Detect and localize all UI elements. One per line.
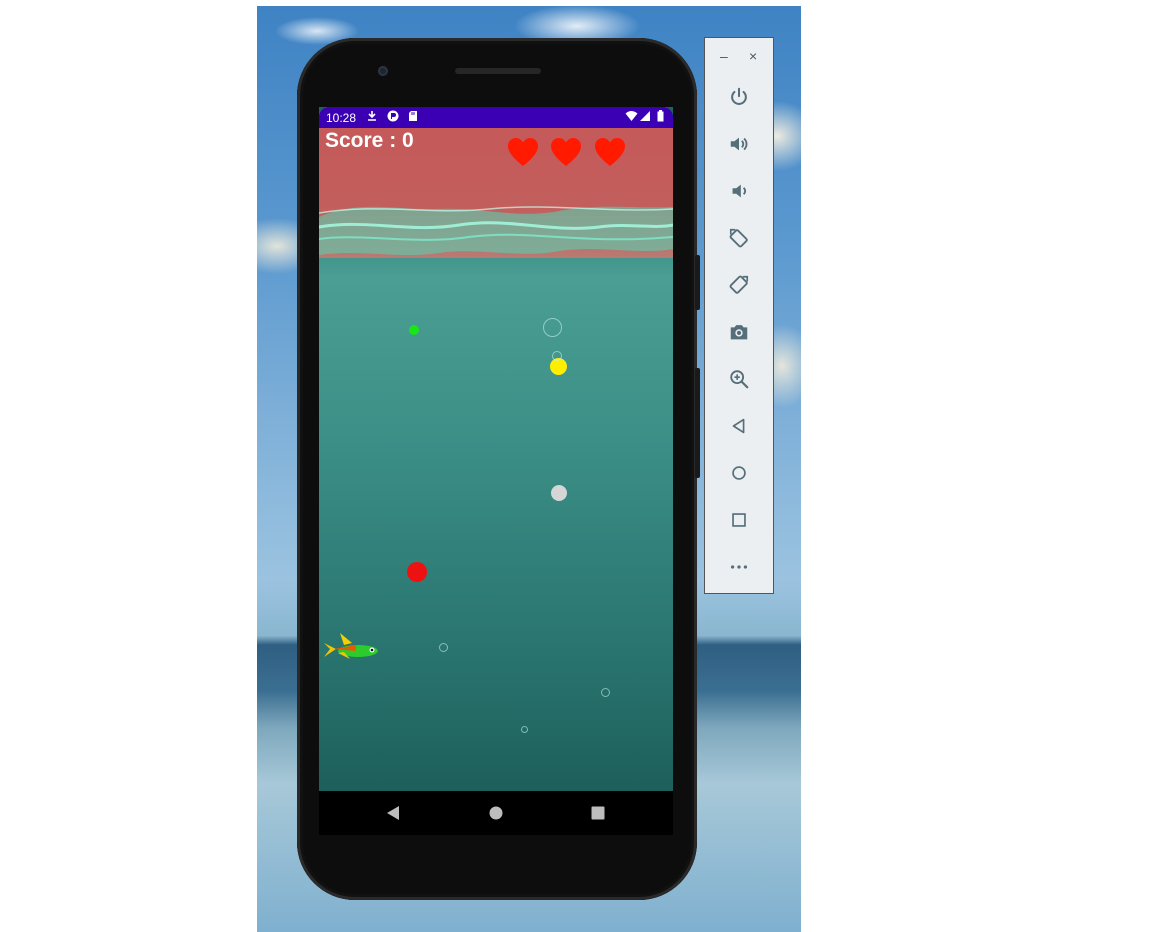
phone-volume-button[interactable]	[695, 368, 700, 478]
notification-app-icon	[387, 110, 399, 122]
close-button[interactable]: ×	[749, 48, 757, 64]
front-camera	[378, 66, 388, 76]
emulator-toolbar: – ×	[704, 37, 774, 594]
back-icon[interactable]	[725, 412, 753, 440]
bubble	[543, 318, 562, 337]
score-label: Score : 0	[325, 129, 414, 152]
player-fish[interactable]	[322, 629, 380, 665]
earpiece-speaker	[455, 68, 541, 74]
life-heart-icon	[508, 138, 538, 166]
bubble	[552, 351, 562, 361]
wifi-icon	[625, 111, 638, 121]
nav-overview-icon[interactable]	[591, 805, 605, 821]
device-screen[interactable]: 10:28 Score : 0	[319, 107, 673, 791]
life-heart-icon	[551, 138, 581, 166]
nav-home-icon[interactable]	[489, 805, 503, 821]
bubble	[439, 643, 448, 652]
rotate-left-icon[interactable]	[725, 224, 753, 252]
green-ball	[409, 325, 419, 335]
android-nav-bar	[319, 791, 673, 835]
camera-icon[interactable]	[725, 318, 753, 346]
cell-signal-icon	[640, 111, 650, 121]
bubble	[601, 688, 610, 697]
zoom-icon[interactable]	[725, 365, 753, 393]
sd-card-icon	[409, 111, 417, 121]
volume-up-icon[interactable]	[725, 130, 753, 158]
home-icon[interactable]	[725, 459, 753, 487]
minimize-button[interactable]: –	[720, 48, 728, 64]
sea-background	[319, 207, 673, 791]
notification-download-icon	[368, 111, 376, 121]
rotate-right-icon[interactable]	[725, 271, 753, 299]
nav-back-icon[interactable]	[386, 805, 400, 821]
status-time: 10:28	[326, 111, 357, 125]
red-ball	[407, 562, 427, 582]
volume-down-icon[interactable]	[725, 177, 753, 205]
life-heart-icon	[595, 138, 625, 166]
more-icon[interactable]	[725, 553, 753, 581]
power-icon[interactable]	[725, 83, 753, 111]
bubble	[521, 726, 528, 733]
battery-icon	[657, 110, 664, 122]
white-ball	[551, 485, 567, 501]
overview-icon[interactable]	[725, 506, 753, 534]
phone-power-button[interactable]	[695, 255, 700, 310]
status-bar: 10:28	[319, 107, 673, 128]
water-surface-wave	[319, 206, 673, 255]
